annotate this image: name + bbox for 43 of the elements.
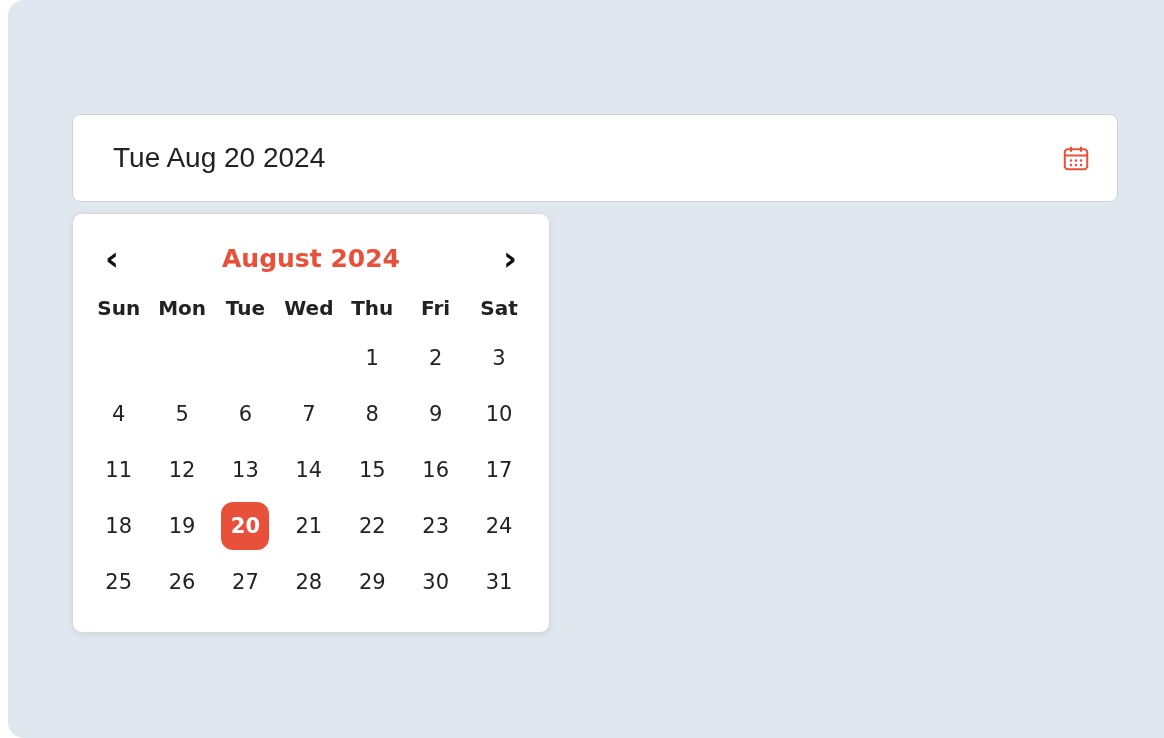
weekday-label: Sat xyxy=(480,296,518,320)
day-button[interactable]: 8 xyxy=(348,390,397,438)
day-button[interactable]: 14 xyxy=(284,446,333,494)
weekday-label: Wed xyxy=(284,296,334,320)
day-button[interactable]: 13 xyxy=(221,446,270,494)
weekday-label: Mon xyxy=(158,296,207,320)
day-button[interactable]: 4 xyxy=(94,390,143,438)
date-field[interactable]: Tue Aug 20 2024 xyxy=(72,114,1118,202)
day-button[interactable]: 9 xyxy=(411,390,460,438)
day-button[interactable]: 12 xyxy=(158,446,207,494)
day-button[interactable]: 27 xyxy=(221,558,270,606)
day-button[interactable]: 18 xyxy=(94,502,143,550)
day-button[interactable]: 7 xyxy=(284,390,333,438)
day-button[interactable]: 26 xyxy=(158,558,207,606)
day-button[interactable]: 29 xyxy=(348,558,397,606)
day-button[interactable]: 17 xyxy=(475,446,524,494)
weekday-label: Sun xyxy=(97,296,141,320)
weekday-label: Tue xyxy=(225,296,266,320)
next-month-button[interactable]: › xyxy=(497,240,523,276)
day-button[interactable]: 2 xyxy=(411,334,460,382)
day-button[interactable]: 22 xyxy=(348,502,397,550)
day-button[interactable]: 30 xyxy=(411,558,460,606)
day-button[interactable]: 11 xyxy=(94,446,143,494)
day-button[interactable]: 21 xyxy=(284,502,333,550)
day-button[interactable]: 28 xyxy=(284,558,333,606)
day-button[interactable]: 19 xyxy=(158,502,207,550)
day-button[interactable]: 16 xyxy=(411,446,460,494)
previous-month-button[interactable]: ‹ xyxy=(99,240,125,276)
day-button[interactable]: 23 xyxy=(411,502,460,550)
day-button[interactable]: 31 xyxy=(475,558,524,606)
day-button[interactable]: 10 xyxy=(475,390,524,438)
day-button[interactable]: 24 xyxy=(475,502,524,550)
day-button[interactable]: 15 xyxy=(348,446,397,494)
weekday-label: Fri xyxy=(421,296,451,320)
month-title: August 2024 xyxy=(222,243,400,273)
date-input[interactable]: Tue Aug 20 2024 xyxy=(113,142,1061,174)
day-button[interactable]: 3 xyxy=(475,334,524,382)
weekday-label: Thu xyxy=(351,296,394,320)
day-button[interactable]: 25 xyxy=(94,558,143,606)
day-button[interactable]: 20 xyxy=(221,502,270,550)
day-button[interactable]: 6 xyxy=(221,390,270,438)
day-button[interactable]: 5 xyxy=(158,390,207,438)
day-button[interactable]: 1 xyxy=(348,334,397,382)
